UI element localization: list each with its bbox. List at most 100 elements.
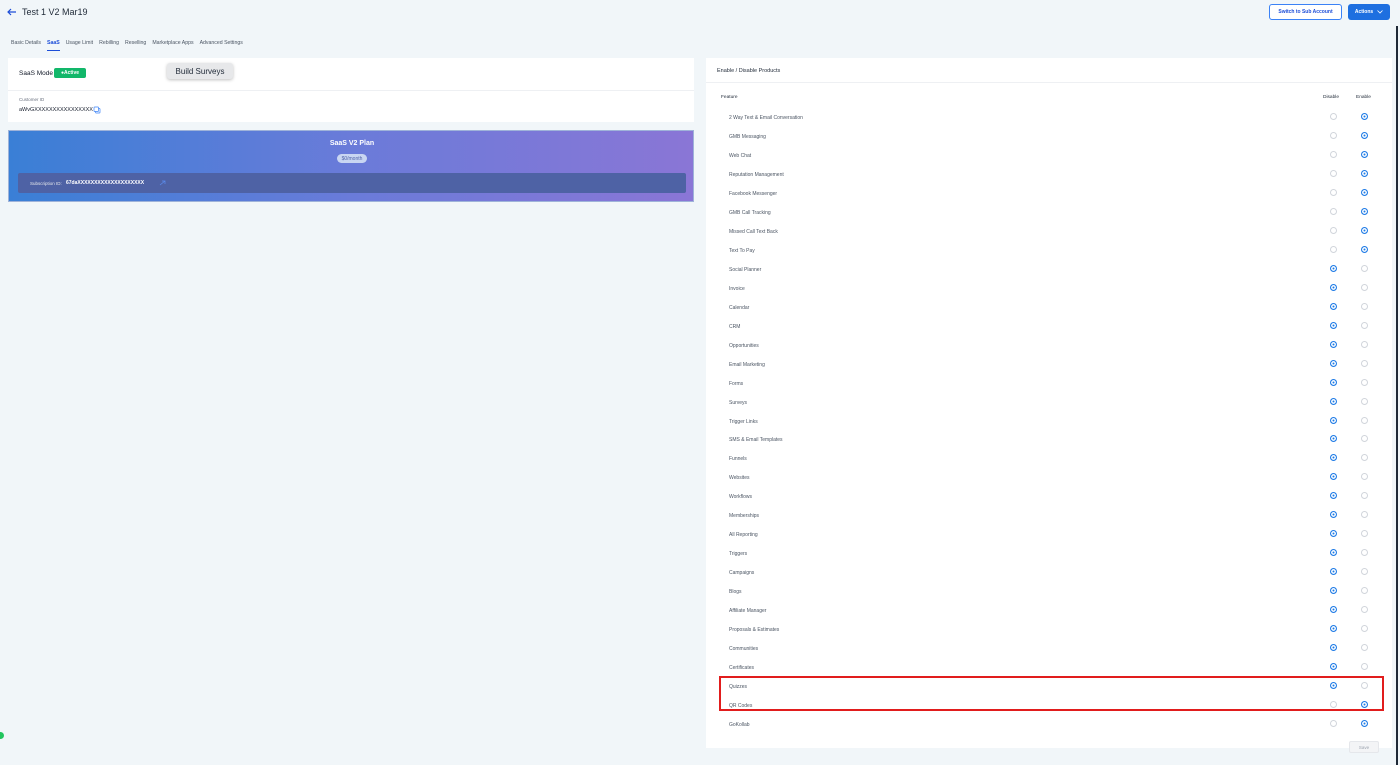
disable-radio[interactable] <box>1330 549 1337 557</box>
tab-marketplace-apps[interactable]: Marketplace Apps <box>152 40 193 51</box>
plan-price: $0/month <box>337 154 367 163</box>
disable-radio[interactable] <box>1330 150 1337 158</box>
disable-radio[interactable] <box>1330 207 1337 215</box>
tab-reselling[interactable]: Reselling <box>125 40 146 51</box>
tab-saas[interactable]: SaaS <box>46 40 60 51</box>
product-row: Campaigns <box>706 568 1392 587</box>
product-name: Email Marketing <box>729 361 765 368</box>
product-name: Websites <box>729 475 750 482</box>
disable-radio[interactable] <box>1330 169 1337 177</box>
disable-radio[interactable] <box>1330 663 1337 671</box>
disable-radio[interactable] <box>1330 454 1337 462</box>
product-row: Reputation Management <box>706 169 1392 189</box>
external-link-icon[interactable] <box>159 180 167 186</box>
subscription-bar: Subscription ID: 67daXXXXXXXXXXXXXXXXXXX… <box>18 173 686 193</box>
disable-radio[interactable] <box>1330 397 1337 405</box>
disable-radio[interactable] <box>1330 340 1337 348</box>
product-name: Funnels <box>729 456 747 463</box>
product-name: Facebook Messenger <box>729 190 778 197</box>
status-badge-text: Active <box>64 70 80 76</box>
enable-radio[interactable] <box>1361 663 1368 671</box>
enable-radio[interactable] <box>1361 150 1368 158</box>
disable-radio[interactable] <box>1330 321 1337 329</box>
product-name: Reputation Management <box>729 171 784 178</box>
chevron-down-icon <box>1377 10 1383 14</box>
save-button[interactable]: Save <box>1349 741 1379 753</box>
product-name: Certificates <box>729 665 755 672</box>
disable-radio[interactable] <box>1330 587 1337 595</box>
disable-radio[interactable] <box>1330 511 1337 519</box>
enable-radio[interactable] <box>1361 720 1368 728</box>
enable-radio[interactable] <box>1361 359 1368 367</box>
disable-radio[interactable] <box>1330 492 1337 500</box>
disable-radio[interactable] <box>1330 530 1337 538</box>
arrow-left-icon[interactable] <box>6 6 18 18</box>
disable-radio[interactable] <box>1330 131 1337 139</box>
enable-radio[interactable] <box>1361 378 1368 386</box>
enable-radio[interactable] <box>1361 264 1368 272</box>
disable-radio[interactable] <box>1330 188 1337 196</box>
window-edge <box>1396 26 1398 765</box>
disable-radio[interactable] <box>1330 625 1337 633</box>
enable-radio[interactable] <box>1361 188 1368 196</box>
enable-radio[interactable] <box>1361 302 1368 310</box>
switch-to-sub-account-button[interactable]: Switch to Sub Account <box>1269 4 1342 20</box>
column-header-enable: Enable <box>1356 95 1371 100</box>
enable-radio[interactable] <box>1361 321 1368 329</box>
enable-radio[interactable] <box>1361 340 1368 348</box>
enable-radio[interactable] <box>1361 473 1368 481</box>
product-name: Invoice <box>729 285 745 292</box>
disable-radio[interactable] <box>1330 302 1337 310</box>
disable-radio[interactable] <box>1330 378 1337 386</box>
disable-radio[interactable] <box>1330 568 1337 576</box>
product-name: Surveys <box>729 399 748 406</box>
tab-advanced-settings[interactable]: Advanced Settings <box>200 40 243 51</box>
enable-radio[interactable] <box>1361 511 1368 519</box>
enable-radio[interactable] <box>1361 226 1368 234</box>
enable-radio[interactable] <box>1361 435 1368 443</box>
product-row: Email Marketing <box>706 359 1392 379</box>
disable-radio[interactable] <box>1330 283 1337 291</box>
disable-radio[interactable] <box>1330 644 1337 652</box>
enable-radio[interactable] <box>1361 169 1368 177</box>
enable-radio[interactable] <box>1361 283 1368 291</box>
disable-radio[interactable] <box>1330 606 1337 614</box>
disable-radio[interactable] <box>1330 245 1337 253</box>
enable-radio[interactable] <box>1361 454 1368 462</box>
tab-usage-limit[interactable]: Usage Limit <box>66 40 93 51</box>
disable-radio[interactable] <box>1330 720 1337 728</box>
enable-radio[interactable] <box>1361 549 1368 557</box>
enable-radio[interactable] <box>1361 587 1368 595</box>
copy-icon[interactable] <box>93 106 101 114</box>
tab-basic-details[interactable]: Basic Details <box>11 40 41 51</box>
enable-radio[interactable] <box>1361 113 1368 120</box>
disable-radio[interactable] <box>1330 226 1337 234</box>
enable-radio[interactable] <box>1361 644 1368 652</box>
product-name: Blogs <box>729 589 742 596</box>
enable-radio[interactable] <box>1361 131 1368 139</box>
enable-radio[interactable] <box>1361 397 1368 405</box>
actions-button[interactable]: Actions <box>1348 4 1390 20</box>
product-name: Communities <box>729 646 759 653</box>
tab-rebilling[interactable]: Rebilling <box>99 40 119 51</box>
disable-radio[interactable] <box>1330 416 1337 424</box>
disable-radio[interactable] <box>1330 435 1337 443</box>
enable-radio[interactable] <box>1361 606 1368 614</box>
enable-radio[interactable] <box>1361 207 1368 215</box>
product-name: CRM <box>729 323 741 330</box>
product-name: Social Planner <box>729 266 762 273</box>
divider <box>706 82 1392 83</box>
enable-radio[interactable] <box>1361 530 1368 538</box>
product-row: Workflows <box>706 492 1392 511</box>
enable-radio[interactable] <box>1361 625 1368 633</box>
enable-radio[interactable] <box>1361 416 1368 424</box>
enable-radio[interactable] <box>1361 245 1368 253</box>
tooltip: Build Surveys <box>167 63 233 79</box>
disable-radio[interactable] <box>1330 473 1337 481</box>
disable-radio[interactable] <box>1330 264 1337 272</box>
enable-radio[interactable] <box>1361 568 1368 576</box>
product-row: Blogs <box>706 587 1392 606</box>
disable-radio[interactable] <box>1330 113 1337 120</box>
disable-radio[interactable] <box>1330 359 1337 367</box>
enable-radio[interactable] <box>1361 492 1368 500</box>
